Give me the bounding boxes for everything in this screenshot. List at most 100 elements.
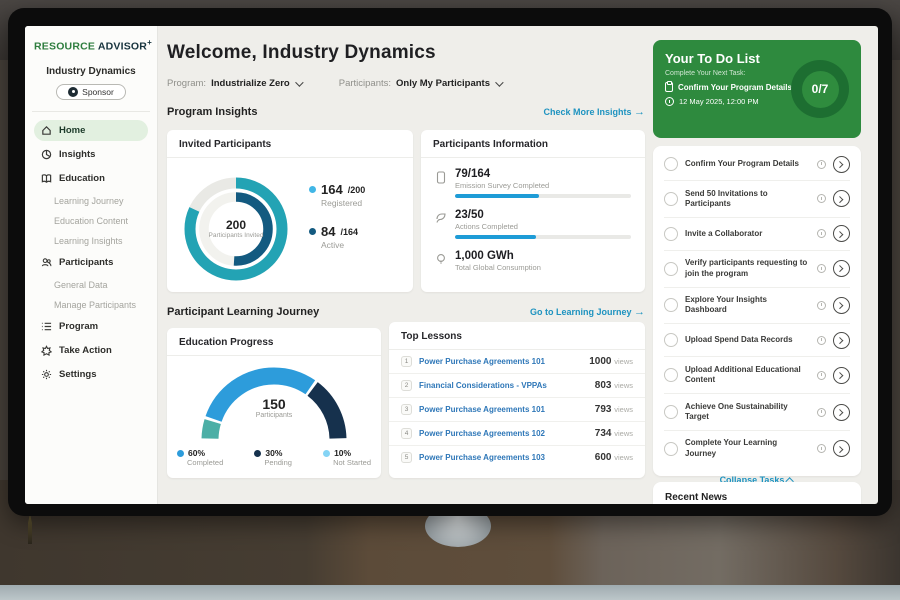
education-progress-title: Education Progress <box>167 328 381 356</box>
filter-bar: Program: Industrialize Zero Participants… <box>167 78 501 89</box>
recent-news-card: Recent News <box>653 482 861 504</box>
task-clock-icon <box>817 371 826 380</box>
task-open-button[interactable] <box>833 297 850 314</box>
right-panel: Your To Do List Complete Your Next Task:… <box>653 26 861 504</box>
actions-icon <box>435 212 447 224</box>
list-icon <box>41 321 52 332</box>
lesson-row: 5 Power Purchase Agreements 103 600 view… <box>389 446 645 469</box>
legend-dot-registered <box>309 186 316 193</box>
main-content: Welcome, Industry Dynamics Program: Indu… <box>167 26 653 504</box>
task-row-verify-participants[interactable]: Verify participants requesting to join t… <box>664 251 850 288</box>
task-label: Verify participants requesting to join t… <box>685 258 810 279</box>
stat-label: Emission Survey Completed <box>455 181 631 190</box>
check-more-insights-link[interactable]: Check More Insights → <box>543 106 645 118</box>
sidebar-item-insights[interactable]: Insights <box>34 144 148 165</box>
resource-advisor-logo: RESOURCE ADVISOR+ <box>34 38 148 53</box>
task-checkbox[interactable] <box>664 405 678 419</box>
todo-progress-ring: 0/7 <box>791 60 849 118</box>
task-row-explore-insights[interactable]: Explore Your Insights Dashboard <box>664 288 850 325</box>
sidebar-item-program[interactable]: Program <box>34 316 148 337</box>
task-checkbox[interactable] <box>664 368 678 382</box>
program-filter-label: Program: <box>167 78 206 89</box>
lesson-rank: 5 <box>401 452 412 463</box>
task-label: Send 50 Invitations to Participants <box>685 189 810 210</box>
lesson-views-count: 793 <box>595 404 612 415</box>
education-legend: 60% Completed 30% Pending 10% Not Starte… <box>177 448 371 467</box>
home-icon <box>41 125 52 136</box>
lesson-link[interactable]: Power Purchase Agreements 102 <box>419 429 588 438</box>
task-open-button[interactable] <box>833 404 850 421</box>
task-open-button[interactable] <box>833 156 850 173</box>
participants-filter-dropdown[interactable]: Participants: Only My Participants <box>339 78 501 89</box>
task-row-send-invitations[interactable]: Send 50 Invitations to Participants <box>664 181 850 218</box>
go-to-learning-journey-link[interactable]: Go to Learning Journey → <box>530 306 645 318</box>
lesson-views-count: 734 <box>595 428 612 439</box>
top-lessons-card: Top Lessons 1 Power Purchase Agreements … <box>389 322 645 478</box>
sidebar-item-general-data[interactable]: General Data <box>34 276 148 294</box>
lesson-link[interactable]: Financial Considerations - VPPAs <box>419 381 588 390</box>
task-clock-icon <box>817 408 826 417</box>
sidebar-item-learning-insights[interactable]: Learning Insights <box>34 232 148 250</box>
sidebar: RESOURCE ADVISOR+ Industry Dynamics Spon… <box>25 26 158 504</box>
task-row-achieve-target[interactable]: Achieve One Sustainability Target <box>664 394 850 431</box>
actions-progress-bar <box>455 235 631 239</box>
task-row-upload-educational-content[interactable]: Upload Additional Educational Content <box>664 357 850 394</box>
sponsor-icon <box>68 87 78 97</box>
sidebar-item-manage-participants[interactable]: Manage Participants <box>34 296 148 314</box>
lesson-link[interactable]: Power Purchase Agreements 101 <box>419 357 582 366</box>
lesson-link[interactable]: Power Purchase Agreements 101 <box>419 405 588 414</box>
task-open-button[interactable] <box>833 225 850 242</box>
arrow-right-icon: → <box>634 106 645 118</box>
task-row-complete-learning-journey[interactable]: Complete Your Learning Journey <box>664 431 850 467</box>
education-gauge-chart: 150 Participants <box>195 360 353 444</box>
sponsor-badge[interactable]: Sponsor <box>56 84 126 100</box>
sidebar-item-home[interactable]: Home <box>34 120 148 141</box>
arrow-right-icon: → <box>634 306 645 318</box>
lesson-row: 2 Financial Considerations - VPPAs 803 v… <box>389 374 645 398</box>
task-checkbox[interactable] <box>664 442 678 456</box>
task-label: Upload Additional Educational Content <box>685 365 810 386</box>
legend-completed: 60% Completed <box>177 448 223 467</box>
top-lessons-title: Top Lessons <box>389 322 645 350</box>
chevron-down-icon <box>495 78 503 86</box>
lesson-rank: 2 <box>401 380 412 391</box>
task-open-button[interactable] <box>833 190 850 207</box>
sidebar-item-education[interactable]: Education <box>34 168 148 189</box>
lesson-rank: 3 <box>401 404 412 415</box>
active-value: 84 <box>321 224 335 239</box>
task-checkbox[interactable] <box>664 333 678 347</box>
task-open-button[interactable] <box>833 440 850 457</box>
task-checkbox[interactable] <box>664 192 678 206</box>
lesson-views-label: views <box>614 429 633 438</box>
task-clock-icon <box>817 229 826 238</box>
task-open-button[interactable] <box>833 260 850 277</box>
gear-icon <box>41 369 52 380</box>
task-clock-icon <box>817 264 826 273</box>
sidebar-item-settings[interactable]: Settings <box>34 364 148 385</box>
task-checkbox[interactable] <box>664 262 678 276</box>
registered-value: 164 <box>321 182 343 197</box>
task-row-confirm-program[interactable]: Confirm Your Program Details <box>664 148 850 181</box>
logo-plus: + <box>147 38 152 47</box>
sidebar-item-education-content[interactable]: Education Content <box>34 212 148 230</box>
task-open-button[interactable] <box>833 367 850 384</box>
program-insights-header: Program Insights Check More Insights → <box>167 106 645 118</box>
sidebar-item-participants[interactable]: Participants <box>34 252 148 273</box>
stat-value: 1,000 GWh <box>455 250 631 262</box>
participants-information-card: Participants Information 79/164 Emission… <box>421 130 645 292</box>
task-row-upload-spend-data[interactable]: Upload Spend Data Records <box>664 324 850 357</box>
task-row-invite-collaborator[interactable]: Invite a Collaborator <box>664 218 850 251</box>
task-checkbox[interactable] <box>664 298 678 312</box>
sidebar-item-learning-journey[interactable]: Learning Journey <box>34 192 148 210</box>
sidebar-item-take-action[interactable]: Take Action <box>34 340 148 361</box>
logo-advisor: ADVISOR <box>98 41 147 53</box>
page-title: Welcome, Industry Dynamics <box>167 42 436 64</box>
registered-label: Registered <box>321 198 365 208</box>
program-filter-dropdown[interactable]: Program: Industrialize Zero <box>167 78 301 89</box>
lesson-link[interactable]: Power Purchase Agreements 103 <box>419 453 588 462</box>
task-checkbox[interactable] <box>664 157 678 171</box>
task-open-button[interactable] <box>833 332 850 349</box>
task-label: Confirm Your Program Details <box>685 159 810 169</box>
sidebar-item-label: Learning Insights <box>54 236 123 246</box>
task-checkbox[interactable] <box>664 227 678 241</box>
